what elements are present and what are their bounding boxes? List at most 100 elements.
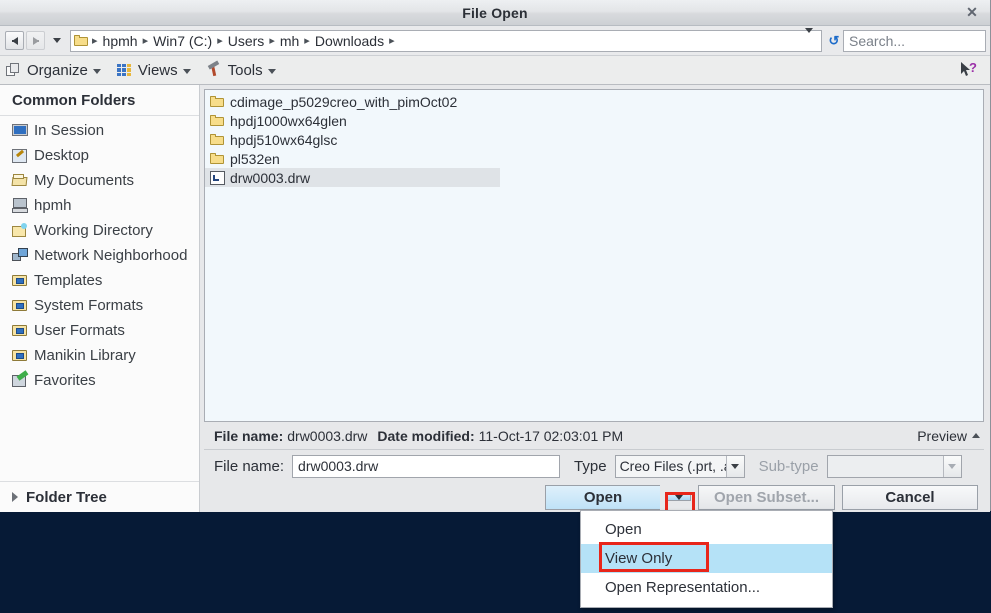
sidebar-item-my-documents[interactable]: My Documents [0,168,199,193]
refresh-icon[interactable]: ↺ [825,31,843,51]
file-list[interactable]: cdimage_p5029creo_with_pimOct02 hpdj1000… [204,89,984,422]
drawing-file-icon [210,171,225,185]
chevron-down-icon [268,69,276,74]
file-open-dialog: File Open ✕ ▸ hpmh ▸ Win7 (C:) ▸ Users ▸… [0,0,991,511]
views-menu-button[interactable]: Views [117,62,191,79]
chevron-down-icon [53,38,61,43]
desktop-icon [12,148,28,164]
breadcrumb-item-win7c[interactable]: Win7 (C:) [151,33,214,49]
breadcrumb-item-downloads[interactable]: Downloads [313,33,386,49]
sidebar-item-label: Manikin Library [34,347,136,364]
list-item-label: pl532en [230,151,280,167]
breadcrumb-separator: ▸ [89,34,101,47]
sidebar-item-desktop[interactable]: Desktop [0,143,199,168]
monitor-icon [12,123,28,139]
sidebar: Common Folders In Session Desktop My Doc… [0,85,200,512]
sidebar-item-templates[interactable]: Templates [0,268,199,293]
breadcrumb-item-mh[interactable]: mh [278,33,301,49]
folder-tree-toggle[interactable]: Folder Tree [0,481,199,512]
menu-item-open[interactable]: Open [581,515,832,544]
organize-label: Organize [27,62,88,79]
menu-item-label: Open [605,521,642,538]
breadcrumb-separator: ▸ [301,34,313,47]
address-bar[interactable]: ▸ hpmh ▸ Win7 (C:) ▸ Users ▸ mh ▸ Downlo… [70,30,822,52]
sidebar-item-favorites[interactable]: Favorites [0,368,199,393]
sidebar-item-label: My Documents [34,172,134,189]
list-item-selected[interactable]: drw0003.drw [205,168,500,187]
forward-button[interactable] [26,31,45,50]
back-button[interactable] [5,31,24,50]
list-item-label: hpdj1000wx64glen [230,113,347,129]
list-item[interactable]: cdimage_p5029creo_with_pimOct02 [205,92,983,111]
context-help-cursor-icon[interactable]: ? [960,61,980,79]
sidebar-item-system-formats[interactable]: System Formats [0,293,199,318]
subtype-field-label: Sub-type [759,458,819,475]
close-icon[interactable]: ✕ [962,3,982,21]
box-icon [12,298,28,314]
folder-icon [210,96,225,108]
list-item[interactable]: pl532en [205,149,983,168]
sidebar-item-manikin-library[interactable]: Manikin Library [0,343,199,368]
computer-icon [12,198,28,214]
history-dropdown-button[interactable] [47,31,66,50]
chevron-right-icon [12,492,18,502]
chevron-down-icon [943,456,961,477]
box-icon [12,273,28,289]
tools-menu-button[interactable]: Tools [207,62,276,79]
views-label: Views [138,62,178,79]
preview-label: Preview [917,428,967,444]
type-select-value: Creo Files (.prt, .asm, [616,458,726,474]
sidebar-item-hpmh[interactable]: hpmh [0,193,199,218]
title-bar: File Open ✕ [0,0,990,26]
menu-item-open-representation[interactable]: Open Representation... [581,573,832,602]
folder-icon [74,35,89,47]
list-item-label: hpdj510wx64glsc [230,132,337,148]
chevron-down-icon [183,69,191,74]
sidebar-item-label: System Formats [34,297,143,314]
sidebar-item-in-session[interactable]: In Session [0,118,199,143]
file-info-bar: File name: drw0003.drw Date modified: 11… [204,422,984,450]
views-grid-icon [117,64,131,76]
sidebar-item-label: User Formats [34,322,125,339]
open-folder-icon [12,173,28,189]
favorites-icon [12,373,28,389]
organize-menu-button[interactable]: Organize [6,62,101,79]
filename-input[interactable] [292,455,560,478]
svg-text:?: ? [969,61,977,75]
search-input[interactable]: Search... [843,30,986,52]
tools-icon [207,63,221,77]
list-item[interactable]: hpdj510wx64glsc [205,130,983,149]
chevron-down-icon [93,69,101,74]
window-title: File Open [462,5,528,21]
info-filename-value: drw0003.drw [287,428,367,444]
menu-item-view-only[interactable]: View Only [581,544,832,573]
sidebar-item-working-directory[interactable]: Working Directory [0,218,199,243]
preview-toggle[interactable]: Preview [917,428,980,444]
folder-tree-label: Folder Tree [26,489,107,506]
chevron-down-icon [675,495,683,500]
sidebar-item-network-neighborhood[interactable]: Network Neighborhood [0,243,199,268]
sidebar-item-label: Templates [34,272,102,289]
address-dropdown-button[interactable] [802,33,818,49]
open-dropdown-button[interactable] [667,494,691,501]
chevron-down-icon[interactable] [726,456,744,477]
working-directory-icon [12,223,28,239]
sidebar-item-label: Desktop [34,147,89,164]
sidebar-item-label: hpmh [34,197,72,214]
cancel-button[interactable]: Cancel [842,485,978,510]
right-pane: cdimage_p5029creo_with_pimOct02 hpdj1000… [200,85,990,512]
folder-icon [210,134,225,146]
arrow-right-icon [26,31,45,50]
chevron-down-icon [805,28,813,49]
form-row: File name: Type Creo Files (.prt, .asm, … [204,450,984,482]
toolbar: Organize Views Tools ? [0,56,990,85]
breadcrumb-item-hpmh[interactable]: hpmh [101,33,140,49]
list-item[interactable]: hpdj1000wx64glen [205,111,983,130]
type-select[interactable]: Creo Files (.prt, .asm, [615,455,745,478]
sidebar-item-user-formats[interactable]: User Formats [0,318,199,343]
open-subset-button[interactable]: Open Subset... [698,485,835,510]
sidebar-header: Common Folders [0,85,199,116]
breadcrumb-item-users[interactable]: Users [226,33,267,49]
open-button[interactable]: Open [545,485,660,510]
breadcrumb-separator: ▸ [140,34,152,47]
